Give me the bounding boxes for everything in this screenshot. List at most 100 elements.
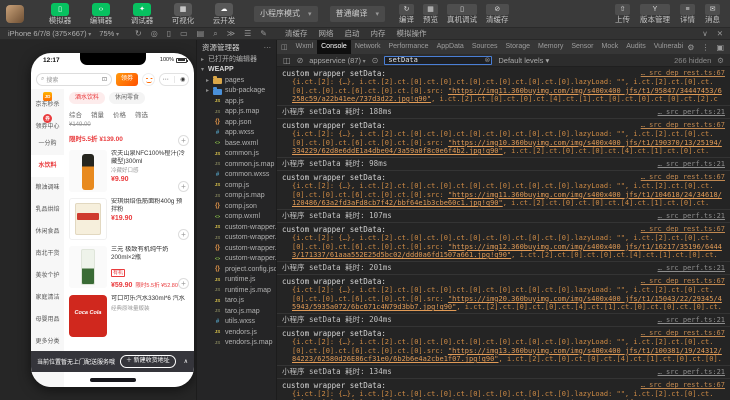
- toolbar-menu-item[interactable]: 启动: [344, 28, 359, 39]
- sort-option[interactable]: 价格: [113, 109, 126, 119]
- console-log-entry[interactable]: … src_dep_rest.ts:67 custom wrapper setD…: [277, 171, 730, 210]
- cloud-dev-button[interactable]: ☁ 云开发: [206, 2, 242, 25]
- undock-icon[interactable]: ▣: [716, 43, 724, 52]
- category-item[interactable]: 母婴用品: [31, 309, 64, 331]
- product-card[interactable]: 安琪烘焙低筋面粉400g 预拌粉 ¥19.90 +: [69, 198, 190, 240]
- rotate-icon[interactable]: ▭: [180, 29, 188, 39]
- file-tree-item[interactable]: base.wxml: [197, 138, 276, 149]
- toolbar-menu-item[interactable]: 网络: [318, 28, 333, 39]
- debugger-button[interactable]: ✦ 调试器: [124, 2, 160, 25]
- source-link[interactable]: … src_dep_rest.ts:67: [641, 329, 725, 337]
- message-button[interactable]: ✉ 消息: [705, 3, 720, 24]
- page-icon[interactable]: ▤: [197, 29, 205, 39]
- category-item[interactable]: 券 领券中心: [31, 111, 64, 133]
- devtools-tab[interactable]: Sources: [468, 40, 502, 54]
- devtools-tab[interactable]: Wxml: [292, 40, 318, 54]
- source-link[interactable]: … src_perf.ts:21: [658, 367, 725, 377]
- clear-filter-icon[interactable]: ⊗: [484, 56, 490, 64]
- filter-pill[interactable]: 酒水饮料: [69, 92, 106, 104]
- toolbar-menu-item[interactable]: 内存: [370, 28, 385, 39]
- upload-button[interactable]: ⇧ 上传: [615, 3, 630, 24]
- clear-cache-button[interactable]: ⊘ 清缓存: [486, 3, 509, 24]
- source-link[interactable]: … src_perf.ts:21: [658, 211, 725, 221]
- device-dropdown[interactable]: iPhone 6/7/8 (375×667): [8, 29, 91, 38]
- toolbar-menu-item[interactable]: 清缓存: [285, 28, 308, 39]
- collapse-caret-icon[interactable]: ∧: [184, 358, 188, 365]
- source-link[interactable]: … src_perf.ts:21: [658, 315, 725, 325]
- editor-button[interactable]: ‹› 编辑器: [83, 2, 119, 25]
- file-tree-item[interactable]: app.json: [197, 117, 276, 128]
- compile-button[interactable]: ↻ 编译: [399, 3, 415, 24]
- compile-mode-dropdown[interactable]: 普通编译: [329, 5, 386, 22]
- file-tree-item[interactable]: comp.js: [197, 180, 276, 191]
- product-card[interactable]: 三元 极致有机纯牛奶 200ml×2瓶 有机 ¥59.90 限时5.5折 ¥52…: [69, 246, 190, 289]
- simulator-button[interactable]: ▯ 模拟器: [42, 2, 78, 25]
- log-object-preview[interactable]: {i.ct.[2]: {…}, i.ct.[2].ct.[0].ct.[0].c…: [292, 78, 725, 103]
- source-link[interactable]: … src_dep_rest.ts:67: [641, 381, 725, 389]
- file-tree-item[interactable]: taro.js: [197, 296, 276, 307]
- category-item[interactable]: 家庭清洁: [31, 287, 64, 309]
- file-tree-item[interactable]: custom-wrapper.js: [197, 222, 276, 233]
- file-tree-item[interactable]: taro.js.map: [197, 306, 276, 317]
- visual-button[interactable]: ▦ 可视化: [165, 2, 201, 25]
- category-item[interactable]: 水饮料: [31, 155, 64, 177]
- project-root[interactable]: ▾ WEAPP: [197, 65, 276, 76]
- add-to-cart-button[interactable]: +: [178, 229, 189, 240]
- devtools-tab[interactable]: Network: [351, 40, 385, 54]
- details-button[interactable]: ≡ 详情: [680, 3, 695, 24]
- source-link[interactable]: … src_dep_rest.ts:67: [641, 121, 725, 129]
- product-card[interactable]: 可口可乐汽水330ml*6 汽水 经典原味量贩装: [69, 295, 190, 337]
- user-avatar[interactable]: [6, 5, 24, 23]
- category-item[interactable]: 粮油调味: [31, 177, 64, 199]
- dock-side-icon[interactable]: ◫: [281, 43, 288, 51]
- source-link[interactable]: … src_perf.ts:21: [658, 263, 725, 273]
- file-tree-item[interactable]: custom-wrapper.js.map: [197, 233, 276, 244]
- category-item[interactable]: 一分购: [31, 133, 64, 155]
- file-tree-item[interactable]: custom-wrapper.wxml: [197, 254, 276, 265]
- filter-pill[interactable]: 休闲零食: [109, 92, 146, 104]
- log-object-preview[interactable]: {i.ct.[2]: {…}, i.ct.[2].ct.[0].ct.[0].c…: [292, 182, 725, 207]
- context-dropdown[interactable]: appservice (87): [309, 56, 365, 65]
- console-log-entry[interactable]: … src_dep_rest.ts:67 custom wrapper setD…: [277, 223, 730, 262]
- devtools-tab[interactable]: Console: [317, 40, 351, 54]
- file-tree-item[interactable]: project.config.json: [197, 264, 276, 275]
- product-card[interactable]: 农夫山泉NFC100%橙汁(冷藏型)300ml 冷藏好口感 ¥9.90 +: [69, 150, 190, 192]
- devtools-tab[interactable]: Mock: [598, 40, 623, 54]
- sort-option[interactable]: 综合: [69, 109, 82, 119]
- console-log-entry[interactable]: … src_perf.ts:21 小程序 setData 耗时: 188ms: [277, 106, 730, 119]
- refresh-icon[interactable]: ↻: [135, 29, 142, 39]
- source-link[interactable]: … src_perf.ts:21: [658, 159, 725, 169]
- console-log-entry[interactable]: … src_dep_rest.ts:67 custom wrapper setD…: [277, 275, 730, 314]
- new-address-button[interactable]: ＋ 新建收货地址: [120, 355, 176, 368]
- close-circle-icon[interactable]: ◉: [180, 76, 185, 83]
- search-input[interactable]: ⌕ 搜索 ⊡: [36, 72, 112, 86]
- locate-icon[interactable]: ◎: [151, 29, 158, 39]
- edit-icon[interactable]: ✎: [260, 29, 267, 39]
- toolbar-menu-item[interactable]: 模拟操作: [396, 28, 426, 39]
- log-object-preview[interactable]: {i.ct.[2]: {…}, i.ct.[2].ct.[0].ct.[0].c…: [292, 338, 725, 363]
- joy-avatar-icon[interactable]: [142, 72, 155, 86]
- source-link[interactable]: … src_dep_rest.ts:67: [641, 69, 725, 77]
- file-tree-item[interactable]: ▸ sub-package: [197, 86, 276, 97]
- source-link[interactable]: … src_dep_rest.ts:67: [641, 277, 725, 285]
- console-log-entry[interactable]: … src_perf.ts:21 小程序 setData 耗时: 98ms: [277, 158, 730, 171]
- mode-dropdown[interactable]: 小程序模式: [254, 5, 318, 22]
- sort-option[interactable]: 筛选: [135, 109, 148, 119]
- console-log-entry[interactable]: … src_dep_rest.ts:67 custom wrapper setD…: [277, 119, 730, 158]
- gear-icon[interactable]: ⚙: [687, 43, 694, 52]
- file-tree-item[interactable]: runtime.js: [197, 275, 276, 286]
- devtools-tab[interactable]: AppData: [433, 40, 468, 54]
- open-editors-section[interactable]: ▸ 已打开的编辑器: [197, 54, 276, 65]
- more-icon[interactable]: ⋯: [264, 43, 272, 52]
- file-tree-item[interactable]: app.js: [197, 96, 276, 107]
- file-tree-item[interactable]: vendors.js: [197, 327, 276, 338]
- console-log-entry[interactable]: … src_dep_rest.ts:67 custom wrapper setD…: [277, 67, 730, 106]
- console-filter-input[interactable]: [384, 55, 493, 65]
- log-levels-dropdown[interactable]: Default levels ▾: [498, 56, 549, 65]
- more-icon[interactable]: ⋯: [163, 76, 169, 83]
- file-tree-item[interactable]: comp.js.map: [197, 191, 276, 202]
- collapse-icon[interactable]: ∨: [702, 29, 708, 38]
- file-tree-item[interactable]: runtime.js.map: [197, 285, 276, 296]
- eye-icon[interactable]: ⊙: [372, 56, 379, 65]
- file-tree-item[interactable]: comp.json: [197, 201, 276, 212]
